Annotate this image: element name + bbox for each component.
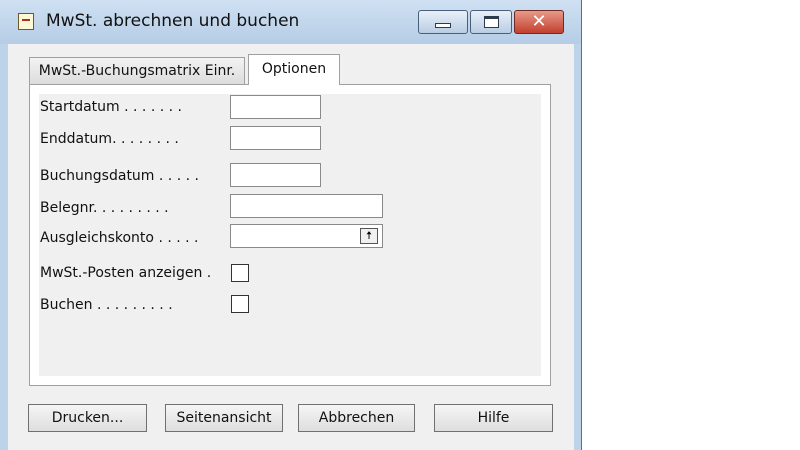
ausgleichskonto-label: Ausgleichskonto . . . . . [40,230,199,246]
buchen-checkbox[interactable] [231,295,249,313]
ausgleichskonto-input[interactable]: 🠅 [230,224,383,248]
close-icon: ✕ [531,11,547,32]
lookup-button[interactable]: 🠅 [360,228,378,244]
buchen-label: Buchen . . . . . . . . . [40,297,173,313]
buchungsdatum-input[interactable] [230,163,321,187]
maximize-icon [484,16,499,28]
startdatum-input[interactable] [230,95,321,119]
tab-optionen[interactable]: Optionen [248,54,340,85]
document-icon [18,13,34,30]
tab-buchungsmatrix[interactable]: MwSt.-Buchungsmatrix Einr. [29,57,245,84]
dialog-client-area: MwSt.-Buchungsmatrix Einr. Optionen Star… [8,44,574,450]
maximize-button[interactable] [470,10,512,34]
drucken-button[interactable]: Drucken... [28,404,147,432]
minimize-button[interactable] [418,10,468,34]
enddatum-label: Enddatum. . . . . . . . [40,131,179,147]
belegnr-label: Belegnr. . . . . . . . . [40,200,169,216]
arrow-up-icon: 🠅 [365,229,373,242]
abbrechen-button[interactable]: Abbrechen [298,404,415,432]
minimize-icon [435,23,451,28]
belegnr-input[interactable] [230,194,383,218]
window-title: MwSt. abrechnen und buchen [46,11,300,31]
hilfe-button[interactable]: Hilfe [434,404,553,432]
enddatum-input[interactable] [230,126,321,150]
close-button[interactable]: ✕ [514,10,564,34]
mwst-posten-checkbox[interactable] [231,264,249,282]
dialog-window: MwSt. abrechnen und buchen ✕ MwSt.-Buchu… [0,0,582,450]
buchungsdatum-label: Buchungsdatum . . . . . [40,168,199,184]
mwst-posten-label: MwSt.-Posten anzeigen . [40,265,212,281]
startdatum-label: Startdatum . . . . . . . [40,99,182,115]
title-bar[interactable]: MwSt. abrechnen und buchen ✕ [0,0,581,44]
seitenansicht-button[interactable]: Seitenansicht [165,404,283,432]
